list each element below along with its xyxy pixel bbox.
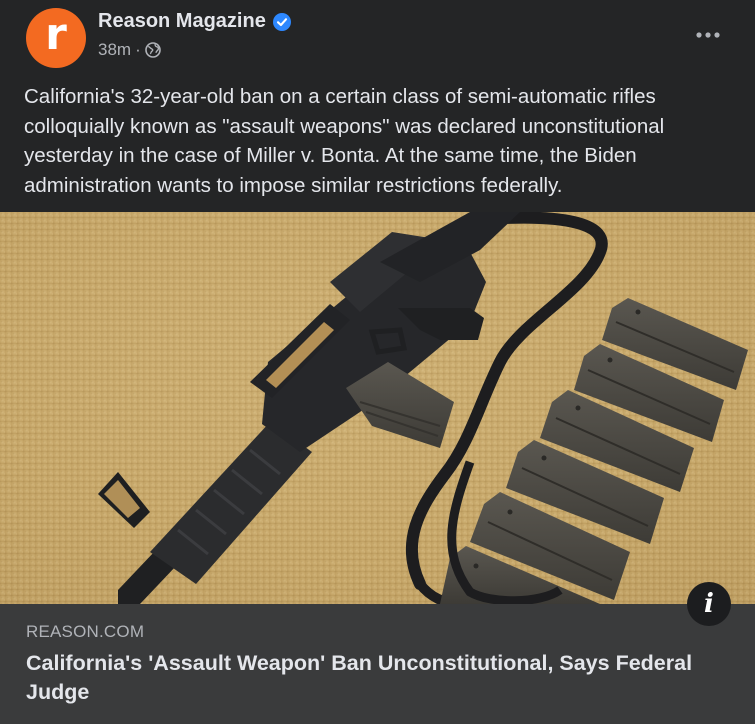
link-preview-footer[interactable]: REASON.COM California's 'Assault Weapon'…	[0, 604, 755, 724]
info-button[interactable]: i	[687, 582, 731, 626]
post-meta: 38m ·	[98, 40, 161, 60]
post-timestamp[interactable]: 38m	[98, 40, 131, 60]
avatar-logo-letter: r	[45, 9, 67, 60]
globe-icon[interactable]	[144, 42, 161, 58]
verified-badge-icon	[272, 12, 291, 31]
page-name-row: Reason Magazine	[98, 10, 291, 33]
page-name-link[interactable]: Reason Magazine	[98, 10, 266, 33]
link-domain: REASON.COM	[26, 622, 145, 641]
post-header: r Reason Magazine 38m ·	[0, 0, 755, 76]
info-icon: i	[704, 589, 714, 619]
meta-separator: ·	[135, 40, 141, 59]
facebook-post-card: r Reason Magazine 38m · California's 32-…	[0, 0, 755, 724]
link-headline[interactable]: California's 'Assault Weapon' Ban Uncons…	[26, 649, 726, 707]
more-options-button[interactable]	[691, 20, 725, 50]
post-caption: California's 32-year-old ban on a certai…	[24, 85, 665, 197]
rifle-and-magazines-photo	[0, 212, 755, 604]
more-options-icon	[696, 32, 720, 38]
page-avatar[interactable]: r	[26, 8, 86, 68]
link-preview-image[interactable]	[0, 212, 755, 604]
